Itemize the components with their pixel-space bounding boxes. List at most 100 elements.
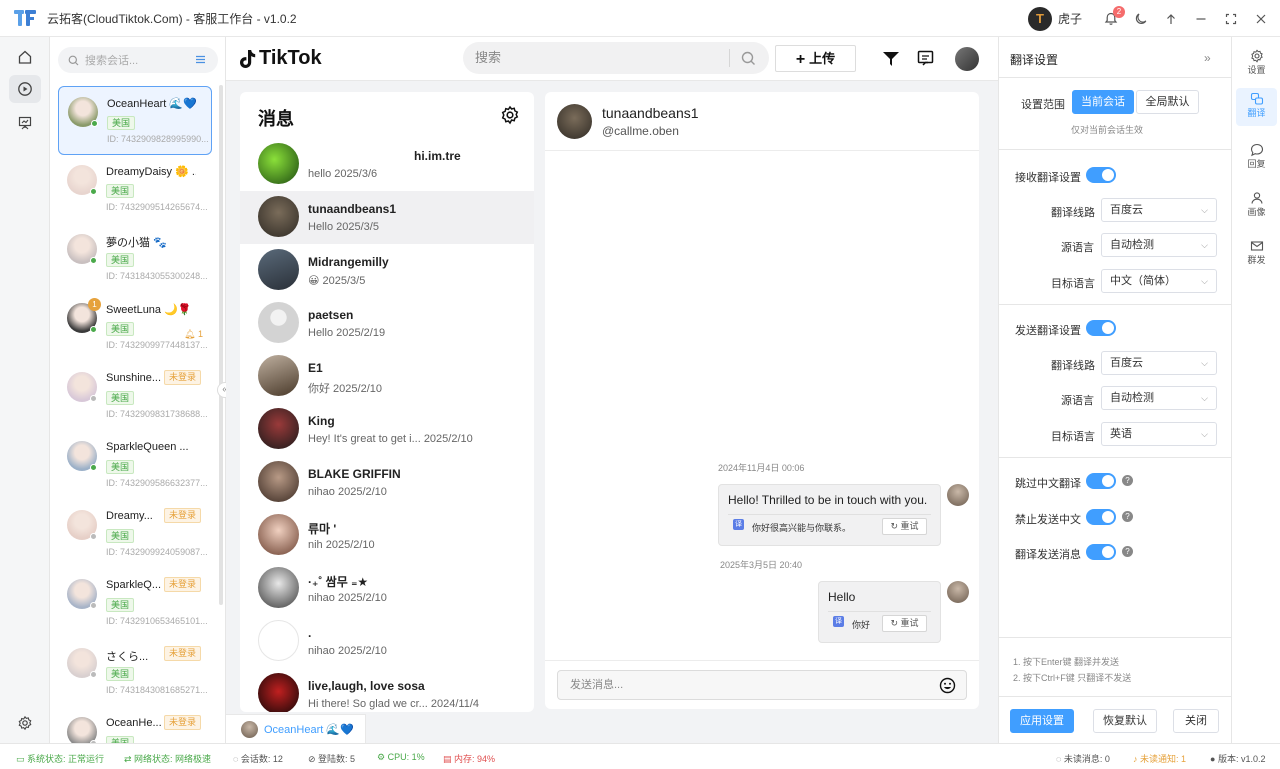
conversation-preview: Hey! It's great to get i... 2025/2/10 [308, 433, 473, 445]
tiktok-profile-avatar[interactable] [955, 47, 979, 71]
user-avatar[interactable]: T [1027, 6, 1052, 31]
login-count-text: 登陆数: 5 [318, 754, 356, 764]
account-id: ID: 7432909831738688... [106, 409, 208, 419]
account-item[interactable]: さくら... 未登录 美国 ID: 7431843081685271... [58, 638, 212, 707]
translate-send-toggle[interactable] [1086, 544, 1116, 560]
play-icon[interactable] [9, 75, 41, 103]
retry-button[interactable]: ↻ 重试 [882, 518, 927, 535]
account-item[interactable]: OceanHe... 未登录 美国 [58, 707, 212, 743]
conversation-item[interactable]: Midrangemilly 😀 2025/3/5 [240, 244, 534, 297]
account-scrollbar[interactable] [219, 85, 223, 605]
account-item[interactable]: SparkleQueen ... 美国 ID: 7432909586632377..… [58, 431, 212, 500]
tiktok-search-input[interactable]: 搜索 [463, 42, 769, 74]
send-tgt-select[interactable]: 英语 ⌵ [1101, 422, 1217, 446]
expand-panel-icon[interactable]: » [1204, 51, 1211, 65]
account-search-placeholder: 搜索会话... [85, 55, 139, 67]
account-search-input[interactable]: 搜索会话... [58, 47, 218, 73]
chat-message-input[interactable]: 发送消息... [557, 670, 967, 700]
home-icon[interactable] [9, 43, 41, 71]
conversation-item[interactable]: . nihao 2025/2/10 [240, 615, 534, 668]
rail-reply[interactable]: 回复 [1236, 139, 1277, 177]
account-item[interactable]: 1 SweetLuna 🌙🌹 🔔︎ 1 美国 ID: 7432909977448137.… [58, 293, 212, 362]
scope-current-button[interactable]: 当前会话 [1072, 90, 1134, 114]
close-icon[interactable] [1248, 0, 1274, 37]
moon-icon[interactable] [1128, 0, 1154, 37]
upload-button[interactable]: + 上传 [775, 45, 856, 72]
help-icon[interactable]: ? [1122, 475, 1133, 486]
message-timestamp: 2025年3月5日 20:40 [720, 560, 803, 570]
receive-route-value: 百度云 [1110, 204, 1143, 216]
reset-default-button[interactable]: 恢复默认 [1093, 709, 1157, 733]
rail-settings[interactable]: 设置 [1236, 45, 1277, 83]
account-item[interactable]: SparkleQ... 未登录 美国 ID: 7432910653465101... [58, 569, 212, 638]
maximize-icon[interactable] [1218, 0, 1244, 37]
bell-icon: 🔔︎ [184, 329, 196, 339]
conversation-preview: nih 2025/2/10 [308, 539, 375, 551]
messages-settings-gear-icon[interactable] [500, 105, 520, 125]
contact-avatar[interactable] [557, 104, 592, 139]
chevron-down-icon: ⌵ [1201, 358, 1208, 368]
chevron-down-icon: ⌵ [1201, 240, 1208, 250]
conversation-avatar [258, 302, 299, 343]
translation-title: 翻译设置 [1010, 53, 1059, 67]
rail-profile[interactable]: 画像 [1236, 187, 1277, 225]
inbox-icon[interactable] [917, 50, 934, 67]
conversation-preview: nihao 2025/2/10 [308, 486, 387, 498]
unread-notices[interactable]: ♪ 未读通知: 1 [1133, 752, 1186, 765]
presentation-icon[interactable] [9, 109, 41, 137]
send-src-select[interactable]: 自动检测 ⌵ [1101, 386, 1217, 410]
conversation-item[interactable]: ·₊˚ 쌈무 ₌★ nihao 2025/2/10 [240, 562, 534, 615]
conversation-name: 류마 ' [308, 522, 337, 536]
receive-tgt-select[interactable]: 中文（简体） ⌵ [1101, 269, 1217, 293]
emoji-icon[interactable] [939, 677, 956, 694]
help-icon[interactable]: ? [1122, 511, 1133, 522]
conversation-item[interactable]: BLAKE GRIFFIN nihao 2025/2/10 [240, 456, 534, 509]
unread-notices-text: 未读通知: 1 [1140, 754, 1187, 764]
rail-reply-label: 回复 [1247, 159, 1266, 169]
account-item[interactable]: OceanHeart 🌊💙 美国 ID: 7432909828995990... [58, 86, 212, 155]
conversation-item[interactable]: 류마 ' nih 2025/2/10 [240, 509, 534, 562]
conversation-item[interactable]: E1 你好 2025/2/10 [240, 350, 534, 403]
send-route-select[interactable]: 百度云 ⌵ [1101, 351, 1217, 375]
forbid-chinese-toggle[interactable] [1086, 509, 1116, 525]
monitor-icon: ▭ [16, 754, 28, 764]
rail-broadcast[interactable]: 群发 [1236, 235, 1277, 273]
account-item[interactable]: DreamyDaisy 🌼 ... 美国 ID: 7432909514265674.… [58, 155, 212, 224]
upload-arrow-icon[interactable] [1158, 0, 1184, 37]
conversation-item[interactable]: paetsen Hello 2025/2/19 [240, 297, 534, 350]
tiktok-logo[interactable]: TikTok [237, 47, 322, 70]
tiktok-note-icon [240, 49, 256, 68]
receive-toggle[interactable] [1086, 167, 1116, 183]
send-filter-icon[interactable] [882, 50, 900, 68]
account-item[interactable]: 夢の小猫 🐾 美国 ID: 7431843055300248... [58, 224, 212, 293]
help-icon[interactable]: ? [1122, 546, 1133, 557]
account-item[interactable]: Dreamy... 未登录 美国 ID: 7432909924059087... [58, 500, 212, 569]
send-toggle[interactable] [1086, 320, 1116, 336]
retry-button[interactable]: ↻ 重试 [882, 615, 927, 632]
chevron-down-icon: ⌵ [1201, 276, 1208, 286]
conversation-item[interactable]: live,laugh, love sosa Hi there! So glad w… [240, 668, 534, 712]
receive-src-select[interactable]: 自动检测 ⌵ [1101, 233, 1217, 257]
conversation-item[interactable]: hi.im.tre hello 2025/3/6 [240, 138, 534, 191]
app-logo [14, 8, 38, 28]
unread-messages[interactable]: ◌ 未读消息: 0 [1056, 752, 1110, 765]
minimize-icon[interactable] [1188, 0, 1214, 37]
tiktok-brand: TikTok [259, 47, 322, 69]
contact-name[interactable]: tunaandbeans1 [602, 105, 699, 121]
search-icon[interactable] [741, 51, 756, 66]
scope-global-button[interactable]: 全局默认 [1136, 90, 1199, 114]
account-item[interactable]: Sunshine... 未登录 美国 ID: 7432909831738688... [58, 362, 212, 431]
conversation-item[interactable]: tunaandbeans1 Hello 2025/3/5 [240, 191, 534, 244]
settings-gear-icon[interactable] [9, 709, 41, 737]
active-account-tab[interactable]: OceanHeart 🌊💙 [226, 714, 366, 743]
rail-translate[interactable]: 翻译 [1236, 88, 1277, 126]
receive-route-select[interactable]: 百度云 ⌵ [1101, 198, 1217, 222]
user-name[interactable]: 虎子 [1058, 10, 1082, 27]
close-panel-button[interactable]: 关闭 [1173, 709, 1219, 733]
skip-chinese-toggle[interactable] [1086, 473, 1116, 489]
menu-lines-icon[interactable] [195, 54, 206, 65]
conversation-item[interactable]: King Hey! It's great to get i... 2025/2/1… [240, 403, 534, 456]
bell-icon[interactable]: 2 [1098, 0, 1125, 37]
region-tag: 美国 [106, 460, 135, 474]
apply-settings-button[interactable]: 应用设置 [1010, 709, 1074, 733]
